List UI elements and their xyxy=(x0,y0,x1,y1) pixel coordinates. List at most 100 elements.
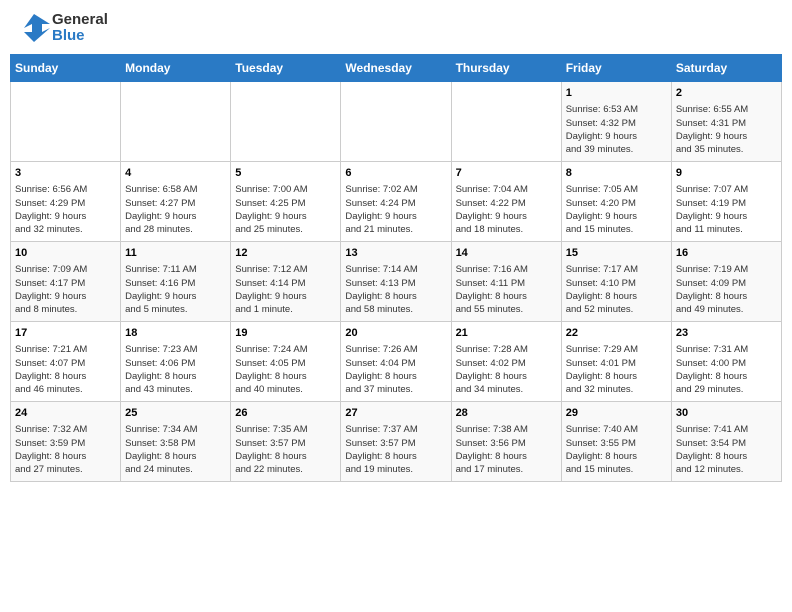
day-info: Sunrise: 7:24 AM Sunset: 4:05 PM Dayligh… xyxy=(235,343,336,396)
day-number: 17 xyxy=(15,326,116,341)
day-number: 25 xyxy=(125,406,226,421)
day-info: Sunrise: 6:53 AM Sunset: 4:32 PM Dayligh… xyxy=(566,103,667,156)
calendar-cell: 11 Sunrise: 7:11 AM Sunset: 4:16 PM Dayli… xyxy=(121,242,231,322)
day-number: 9 xyxy=(676,166,777,181)
calendar-cell: 5Sunrise: 7:00 AM Sunset: 4:25 PM Daylig… xyxy=(231,162,341,242)
day-number: 3 xyxy=(15,166,116,181)
calendar-cell: 26 Sunrise: 7:35 AM Sunset: 3:57 PM Dayli… xyxy=(231,402,341,482)
calendar-cell: 3Sunrise: 6:56 AM Sunset: 4:29 PM Daylig… xyxy=(11,162,121,242)
calendar-cell: 28 Sunrise: 7:38 AM Sunset: 3:56 PM Dayli… xyxy=(451,402,561,482)
calendar-cell: 12 Sunrise: 7:12 AM Sunset: 4:14 PM Dayli… xyxy=(231,242,341,322)
day-number: 4 xyxy=(125,166,226,181)
calendar-cell: 20 Sunrise: 7:26 AM Sunset: 4:04 PM Dayli… xyxy=(341,322,451,402)
day-info: Sunrise: 7:37 AM Sunset: 3:57 PM Dayligh… xyxy=(345,423,446,476)
day-number: 28 xyxy=(456,406,557,421)
day-info: Sunrise: 7:26 AM Sunset: 4:04 PM Dayligh… xyxy=(345,343,446,396)
day-number: 23 xyxy=(676,326,777,341)
calendar-cell: 19Sunrise: 7:24 AM Sunset: 4:05 PM Dayli… xyxy=(231,322,341,402)
day-info: Sunrise: 7:40 AM Sunset: 3:55 PM Dayligh… xyxy=(566,423,667,476)
calendar-week-row: 10 Sunrise: 7:09 AM Sunset: 4:17 PM Dayli… xyxy=(11,242,782,322)
calendar-cell: 23 Sunrise: 7:31 AM Sunset: 4:00 PM Dayli… xyxy=(671,322,781,402)
calendar-cell: 10 Sunrise: 7:09 AM Sunset: 4:17 PM Dayli… xyxy=(11,242,121,322)
calendar-cell: 15 Sunrise: 7:17 AM Sunset: 4:10 PM Dayli… xyxy=(561,242,671,322)
day-info: Sunrise: 7:02 AM Sunset: 4:24 PM Dayligh… xyxy=(345,183,446,236)
day-number: 30 xyxy=(676,406,777,421)
day-info: Sunrise: 7:32 AM Sunset: 3:59 PM Dayligh… xyxy=(15,423,116,476)
day-number: 16 xyxy=(676,246,777,261)
calendar-cell: 21 Sunrise: 7:28 AM Sunset: 4:02 PM Dayli… xyxy=(451,322,561,402)
calendar-cell: 7 Sunrise: 7:04 AM Sunset: 4:22 PM Daylig… xyxy=(451,162,561,242)
calendar-week-row: 3Sunrise: 6:56 AM Sunset: 4:29 PM Daylig… xyxy=(11,162,782,242)
calendar-cell: 14Sunrise: 7:16 AM Sunset: 4:11 PM Dayli… xyxy=(451,242,561,322)
column-header-saturday: Saturday xyxy=(671,55,781,82)
day-info: Sunrise: 7:00 AM Sunset: 4:25 PM Dayligh… xyxy=(235,183,336,236)
column-header-sunday: Sunday xyxy=(11,55,121,82)
calendar-cell: 1 Sunrise: 6:53 AM Sunset: 4:32 PM Daylig… xyxy=(561,82,671,162)
calendar-header-row: SundayMondayTuesdayWednesdayThursdayFrid… xyxy=(11,55,782,82)
calendar-cell: 17Sunrise: 7:21 AM Sunset: 4:07 PM Dayli… xyxy=(11,322,121,402)
calendar-cell: 18 Sunrise: 7:23 AM Sunset: 4:06 PM Dayli… xyxy=(121,322,231,402)
day-info: Sunrise: 6:55 AM Sunset: 4:31 PM Dayligh… xyxy=(676,103,777,156)
day-info: Sunrise: 7:17 AM Sunset: 4:10 PM Dayligh… xyxy=(566,263,667,316)
column-header-monday: Monday xyxy=(121,55,231,82)
calendar-cell: 2 Sunrise: 6:55 AM Sunset: 4:31 PM Daylig… xyxy=(671,82,781,162)
calendar-cell: 25Sunrise: 7:34 AM Sunset: 3:58 PM Dayli… xyxy=(121,402,231,482)
calendar-week-row: 1 Sunrise: 6:53 AM Sunset: 4:32 PM Daylig… xyxy=(11,82,782,162)
day-info: Sunrise: 7:04 AM Sunset: 4:22 PM Dayligh… xyxy=(456,183,557,236)
day-number: 6 xyxy=(345,166,446,181)
day-number: 15 xyxy=(566,246,667,261)
calendar-week-row: 17Sunrise: 7:21 AM Sunset: 4:07 PM Dayli… xyxy=(11,322,782,402)
day-number: 10 xyxy=(15,246,116,261)
day-number: 2 xyxy=(676,86,777,101)
calendar-cell: 9 Sunrise: 7:07 AM Sunset: 4:19 PM Daylig… xyxy=(671,162,781,242)
column-header-thursday: Thursday xyxy=(451,55,561,82)
column-header-friday: Friday xyxy=(561,55,671,82)
logo-general: General xyxy=(52,11,108,28)
calendar-cell xyxy=(341,82,451,162)
day-info: Sunrise: 7:41 AM Sunset: 3:54 PM Dayligh… xyxy=(676,423,777,476)
calendar-cell: 27 Sunrise: 7:37 AM Sunset: 3:57 PM Dayli… xyxy=(341,402,451,482)
calendar-cell: 4 Sunrise: 6:58 AM Sunset: 4:27 PM Daylig… xyxy=(121,162,231,242)
day-number: 18 xyxy=(125,326,226,341)
logo-blue: Blue xyxy=(52,27,85,44)
day-number: 1 xyxy=(566,86,667,101)
calendar-cell: 13 Sunrise: 7:14 AM Sunset: 4:13 PM Dayli… xyxy=(341,242,451,322)
logo: General Blue xyxy=(14,10,108,46)
day-info: Sunrise: 7:38 AM Sunset: 3:56 PM Dayligh… xyxy=(456,423,557,476)
calendar-cell: 29 Sunrise: 7:40 AM Sunset: 3:55 PM Dayli… xyxy=(561,402,671,482)
day-info: Sunrise: 7:19 AM Sunset: 4:09 PM Dayligh… xyxy=(676,263,777,316)
day-number: 29 xyxy=(566,406,667,421)
day-number: 20 xyxy=(345,326,446,341)
day-number: 26 xyxy=(235,406,336,421)
calendar-cell: 30 Sunrise: 7:41 AM Sunset: 3:54 PM Dayli… xyxy=(671,402,781,482)
logo-bird-icon xyxy=(14,10,50,46)
day-number: 7 xyxy=(456,166,557,181)
day-info: Sunrise: 7:14 AM Sunset: 4:13 PM Dayligh… xyxy=(345,263,446,316)
day-info: Sunrise: 7:35 AM Sunset: 3:57 PM Dayligh… xyxy=(235,423,336,476)
calendar-cell: 16 Sunrise: 7:19 AM Sunset: 4:09 PM Dayli… xyxy=(671,242,781,322)
day-number: 13 xyxy=(345,246,446,261)
day-number: 12 xyxy=(235,246,336,261)
day-number: 24 xyxy=(15,406,116,421)
day-info: Sunrise: 7:12 AM Sunset: 4:14 PM Dayligh… xyxy=(235,263,336,316)
column-header-tuesday: Tuesday xyxy=(231,55,341,82)
calendar-table: SundayMondayTuesdayWednesdayThursdayFrid… xyxy=(10,54,782,482)
day-info: Sunrise: 7:23 AM Sunset: 4:06 PM Dayligh… xyxy=(125,343,226,396)
day-info: Sunrise: 7:16 AM Sunset: 4:11 PM Dayligh… xyxy=(456,263,557,316)
day-number: 27 xyxy=(345,406,446,421)
day-number: 21 xyxy=(456,326,557,341)
calendar-cell xyxy=(451,82,561,162)
calendar-cell: 8Sunrise: 7:05 AM Sunset: 4:20 PM Daylig… xyxy=(561,162,671,242)
calendar-cell xyxy=(121,82,231,162)
calendar-cell: 24 Sunrise: 7:32 AM Sunset: 3:59 PM Dayli… xyxy=(11,402,121,482)
day-info: Sunrise: 7:07 AM Sunset: 4:19 PM Dayligh… xyxy=(676,183,777,236)
day-info: Sunrise: 7:11 AM Sunset: 4:16 PM Dayligh… xyxy=(125,263,226,316)
calendar-cell xyxy=(11,82,121,162)
column-header-wednesday: Wednesday xyxy=(341,55,451,82)
day-info: Sunrise: 7:31 AM Sunset: 4:00 PM Dayligh… xyxy=(676,343,777,396)
day-info: Sunrise: 6:58 AM Sunset: 4:27 PM Dayligh… xyxy=(125,183,226,236)
day-info: Sunrise: 7:09 AM Sunset: 4:17 PM Dayligh… xyxy=(15,263,116,316)
calendar-week-row: 24 Sunrise: 7:32 AM Sunset: 3:59 PM Dayli… xyxy=(11,402,782,482)
day-number: 11 xyxy=(125,246,226,261)
day-info: Sunrise: 7:28 AM Sunset: 4:02 PM Dayligh… xyxy=(456,343,557,396)
